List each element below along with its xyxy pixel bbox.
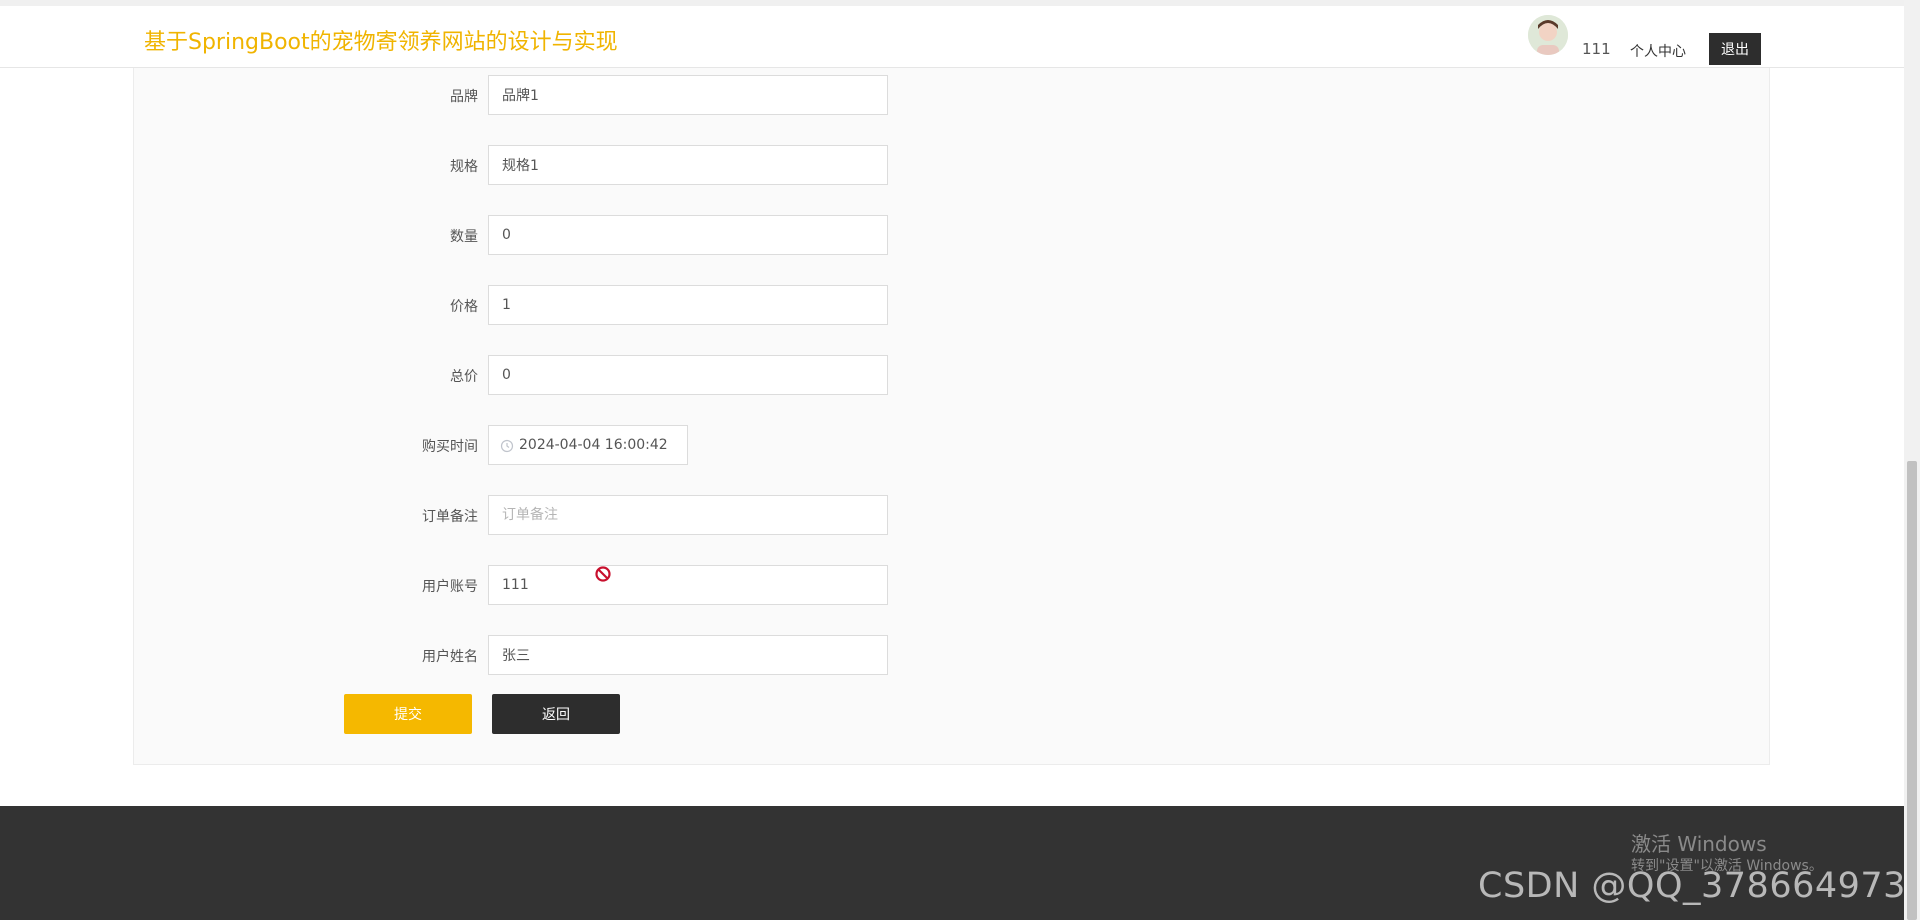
site-title[interactable]: 基于SpringBoot的宠物寄领养网站的设计与实现 (144, 24, 618, 56)
order-note-label: 订单备注 (422, 509, 478, 525)
quantity-input[interactable] (488, 215, 888, 255)
windows-activation-watermark: 激活 Windows (1631, 832, 1767, 856)
user-name-input[interactable] (488, 635, 888, 675)
total-label: 总价 (450, 369, 478, 385)
csdn-watermark: CSDN @QQ_3786649731 (1478, 866, 1920, 906)
spec-label: 规格 (450, 159, 478, 175)
brand-label: 品牌 (450, 89, 478, 105)
form-row-order-note: 订单备注 (134, 495, 894, 535)
total-input[interactable] (488, 355, 888, 395)
purchase-time-label: 购买时间 (422, 439, 478, 455)
user-account-input[interactable] (488, 565, 888, 605)
form-row-purchase-time: 购买时间 2024-04-04 16:00:42 (134, 425, 894, 465)
top-header: 基于SpringBoot的宠物寄领养网站的设计与实现 111 个人中心 退出 (0, 0, 1904, 68)
spec-input[interactable] (488, 145, 888, 185)
form-row-brand: 品牌 (134, 75, 894, 115)
form-row-quantity: 数量 (134, 215, 894, 255)
form-row-user-account: 用户账号 (134, 565, 894, 605)
quantity-label: 数量 (450, 229, 478, 245)
submit-button[interactable]: 提交 (344, 694, 472, 734)
brand-input[interactable] (488, 75, 888, 115)
order-note-input[interactable] (488, 495, 888, 535)
avatar[interactable] (1528, 15, 1568, 55)
logout-button[interactable]: 退出 (1709, 33, 1761, 65)
form-row-total: 总价 (134, 355, 894, 395)
back-button[interactable]: 返回 (492, 694, 620, 734)
form-row-price: 价格 (134, 285, 894, 325)
user-center-link[interactable]: 个人中心 (1630, 41, 1686, 61)
user-account-label: 用户账号 (422, 579, 478, 595)
price-label: 价格 (450, 299, 478, 315)
purchase-time-picker[interactable]: 2024-04-04 16:00:42 (488, 425, 688, 465)
form-row-spec: 规格 (134, 145, 894, 185)
not-allowed-cursor-icon (595, 566, 611, 582)
form-panel: 品牌 规格 数量 价格 总价 购买时间 2024-04-04 16:00:42 … (133, 68, 1770, 765)
form-row-user-name: 用户姓名 (134, 635, 894, 675)
purchase-time-value: 2024-04-04 16:00:42 (519, 437, 668, 453)
clock-icon (500, 439, 514, 453)
vertical-scrollbar-thumb[interactable] (1907, 461, 1917, 920)
price-input[interactable] (488, 285, 888, 325)
user-name-label: 用户姓名 (422, 649, 478, 665)
username: 111 (1582, 40, 1611, 58)
